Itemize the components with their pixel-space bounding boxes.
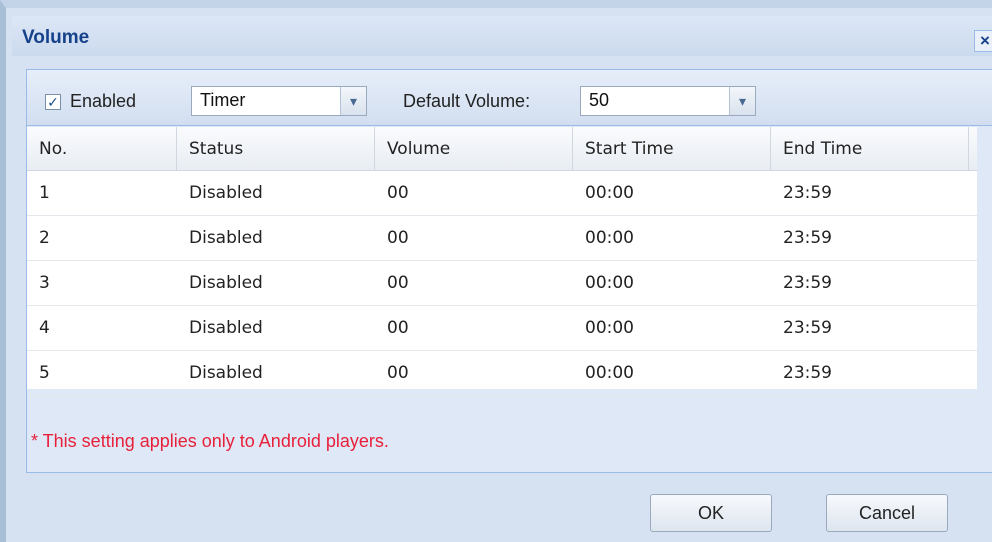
cell-status: Disabled [189, 273, 263, 293]
column-header-status[interactable]: Status [177, 127, 375, 171]
cell-end-time: 23:59 [783, 363, 832, 383]
cell-end-time: 23:59 [783, 228, 832, 248]
cell-volume: 00 [387, 363, 409, 383]
toolbar: ✓ Enabled Timer ▾ Default Volume: 50 ▾ [27, 70, 992, 126]
cell-status: Disabled [189, 228, 263, 248]
settings-panel: ✓ Enabled Timer ▾ Default Volume: 50 ▾ N… [26, 69, 992, 473]
enabled-label: Enabled [70, 91, 137, 111]
cell-volume: 00 [387, 183, 409, 203]
cell-volume: 00 [387, 273, 409, 293]
enabled-checkbox[interactable]: ✓ [45, 94, 61, 110]
default-volume-label: Default Volume: [403, 91, 531, 111]
table-row[interactable]: 4 Disabled 00 00:00 23:59 [27, 306, 977, 351]
cell-status: Disabled [189, 183, 263, 203]
column-header-no[interactable]: No. [27, 127, 177, 171]
cell-status: Disabled [189, 363, 263, 383]
grid-header: No. Status Volume Start Time End Time [27, 127, 977, 171]
cell-start-time: 00:00 [585, 228, 634, 248]
cell-status: Disabled [189, 318, 263, 338]
cell-no: 5 [39, 363, 50, 383]
cell-start-time: 00:00 [585, 183, 634, 203]
cell-volume: 00 [387, 318, 409, 338]
table-row[interactable]: 1 Disabled 00 00:00 23:59 [27, 171, 977, 216]
chevron-down-icon[interactable]: ▾ [729, 87, 755, 115]
volume-dialog: Volume × ✓ Enabled Timer ▾ Default Volum… [0, 0, 992, 542]
cell-no: 3 [39, 273, 50, 293]
chevron-down-icon[interactable]: ▾ [340, 87, 366, 115]
android-note: * This setting applies only to Android p… [31, 431, 389, 451]
dialog-title: Volume [22, 27, 90, 48]
cell-end-time: 23:59 [783, 183, 832, 203]
table-row[interactable]: 3 Disabled 00 00:00 23:59 [27, 261, 977, 306]
column-header-volume[interactable]: Volume [375, 127, 573, 171]
ok-button[interactable]: OK [650, 494, 772, 532]
mode-select[interactable]: Timer ▾ [191, 86, 367, 116]
cell-start-time: 00:00 [585, 363, 634, 383]
cell-no: 4 [39, 318, 50, 338]
cell-no: 1 [39, 183, 50, 203]
column-header-end-time[interactable]: End Time [771, 127, 969, 171]
dialog-titlebar: Volume × [12, 16, 992, 56]
schedule-grid: No. Status Volume Start Time End Time 1 … [27, 127, 977, 396]
mode-select-value: Timer [200, 90, 246, 110]
cell-volume: 00 [387, 228, 409, 248]
cell-end-time: 23:59 [783, 318, 832, 338]
cell-start-time: 00:00 [585, 273, 634, 293]
table-row[interactable]: 2 Disabled 00 00:00 23:59 [27, 216, 977, 261]
default-volume-select[interactable]: 50 ▾ [580, 86, 756, 116]
column-header-start-time[interactable]: Start Time [573, 127, 771, 171]
table-row[interactable]: 5 Disabled 00 00:00 23:59 [27, 351, 977, 396]
cell-end-time: 23:59 [783, 273, 832, 293]
cancel-button[interactable]: Cancel [826, 494, 948, 532]
cell-no: 2 [39, 228, 50, 248]
close-icon[interactable]: × [974, 30, 992, 52]
default-volume-value: 50 [589, 90, 610, 110]
cell-start-time: 00:00 [585, 318, 634, 338]
